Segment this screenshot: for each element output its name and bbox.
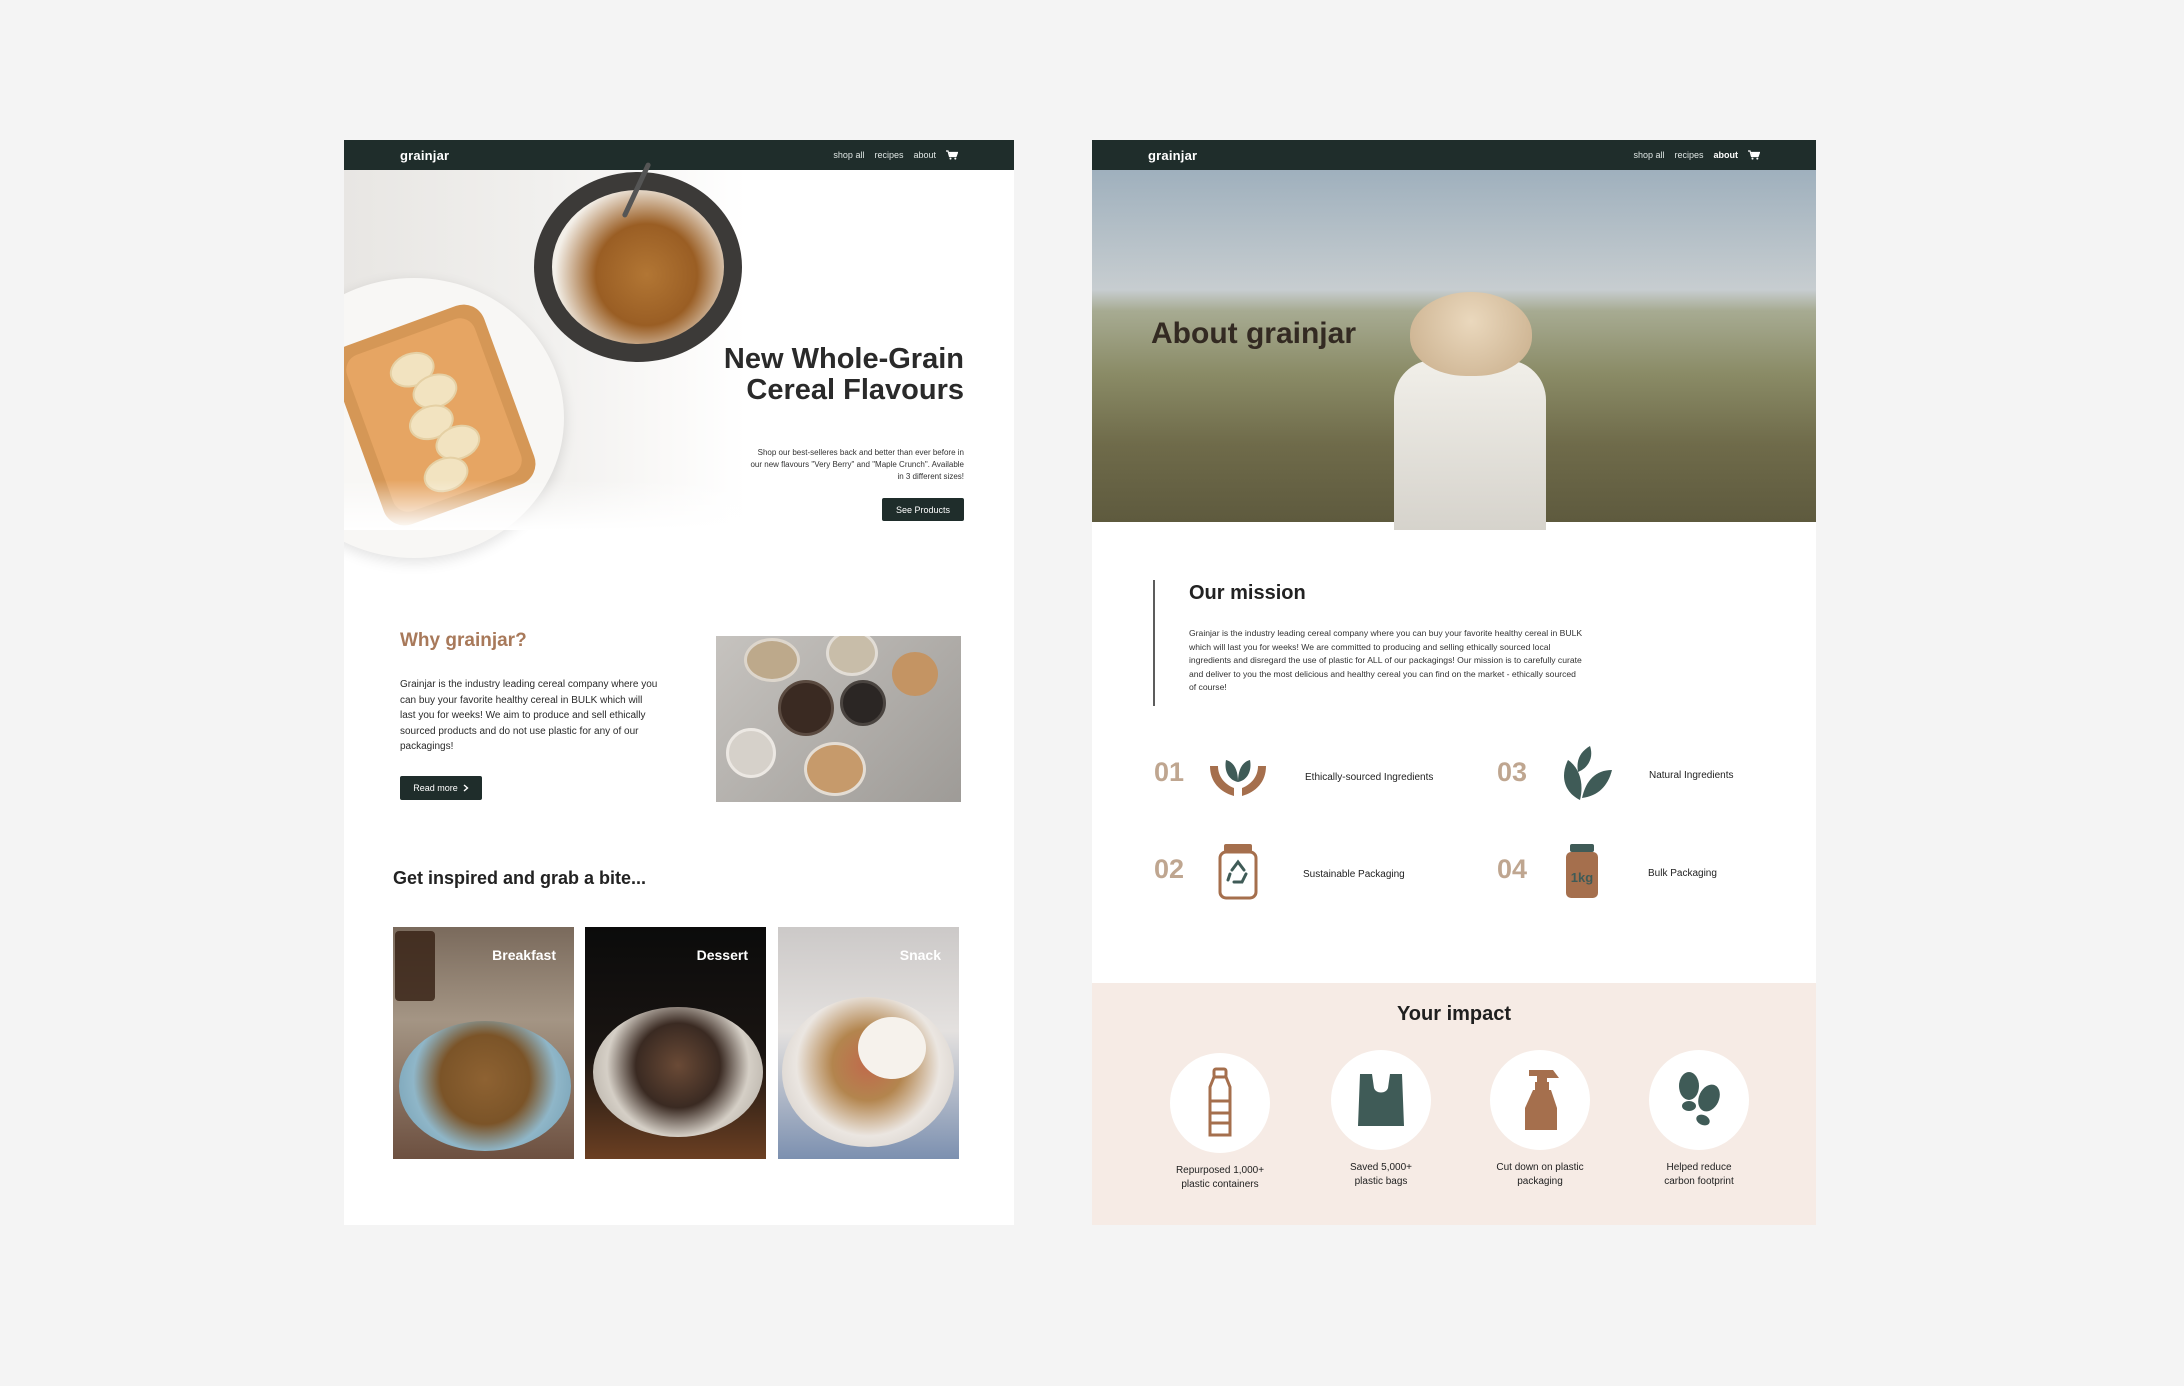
bulk-jar-text: 1kg [1570,870,1594,885]
inspired-title: Get inspired and grab a bite... [393,868,647,888]
impact-section: Your impact Repurposed 1,000+ plastic co… [1092,983,1816,1225]
feature-number: 02 [1154,854,1185,884]
plastic-bottle-icon [1208,1067,1232,1137]
shopping-cart-icon[interactable] [946,150,958,160]
nav-link-shop-all[interactable]: shop all [833,150,864,160]
feature-number: 04 [1497,854,1528,884]
leaves-icon [1564,746,1612,800]
impact-title: Your impact [1396,1003,1512,1025]
spray-bottle-icon [1525,1070,1559,1130]
top-nav: grainjar shop all recipes about [344,140,1014,170]
read-more-label: Read more [413,783,458,793]
mission-divider [1153,580,1155,706]
impact-label: Helped reduce [1666,1162,1732,1173]
impact-item: Repurposed 1,000+ plastic containers [1150,1053,1290,1192]
nav-link-recipes[interactable]: recipes [874,150,903,160]
recycle-jar-icon [1218,844,1258,900]
hero-cereal-bowl-image [534,172,742,362]
recipe-card-dessert[interactable]: Dessert [585,927,766,1159]
impact-item: Cut down on plastic packaging [1470,1050,1610,1189]
hands-leaf-icon [1210,760,1266,796]
hero-title: New Whole-Grain Cereal Flavours [723,343,964,406]
impact-label: carbon footprint [1664,1176,1734,1187]
plastic-bag-icon [1358,1074,1404,1126]
nav-link-recipes[interactable]: recipes [1674,150,1703,160]
footprints-icon [1679,1072,1720,1126]
feature-label: Bulk Packaging [1648,868,1717,879]
shopping-cart-icon[interactable] [1748,150,1760,160]
about-page: grainjar shop all recipes about About gr… [1092,140,1816,1225]
feature-label: Natural Ingredients [1649,770,1734,781]
impact-label: Saved 5,000+ [1350,1162,1412,1173]
home-page: grainjar shop all recipes about New Whol… [344,140,1014,1225]
about-hero-banner: About grainjar [1092,170,1816,530]
why-body: Grainjar is the industry leading cereal … [400,679,658,752]
nav-link-about[interactable]: about [1714,150,1739,160]
feature-label: Ethically-sourced Ingredients [1305,772,1434,783]
impact-label: plastic containers [1181,1179,1259,1190]
read-more-button[interactable]: Read more [400,776,482,800]
logo[interactable]: grainjar [400,148,449,163]
recipe-card-label: Breakfast [492,947,556,963]
impact-label: Repurposed 1,000+ [1175,1165,1265,1176]
top-nav: grainjar shop all recipes about [1092,140,1816,170]
feature-number: 03 [1497,757,1528,787]
impact-label: Cut down on plastic [1496,1162,1584,1173]
feature-number: 01 [1154,757,1185,787]
nav-links: shop all recipes about [833,150,958,160]
see-products-button[interactable]: See Products [882,498,964,521]
grain-jars-image [716,636,961,802]
hero-person-image [1394,360,1546,530]
nav-link-shop-all[interactable]: shop all [1633,150,1664,160]
recipe-card-label: Snack [899,947,941,963]
bulk-jar-icon: 1kg [1550,840,1614,904]
logo[interactable]: grainjar [1148,148,1197,163]
nav-link-about[interactable]: about [913,150,936,160]
recipe-card-label: Dessert [696,947,748,963]
impact-label: plastic bags [1354,1176,1408,1187]
hero-hat-image [1410,292,1532,376]
hero-subtitle: Shop our best-selleres back and better t… [750,448,964,481]
mission-title: Our mission [1189,582,1306,604]
about-title: About grainjar [1151,317,1357,350]
mission-body: Grainjar is the industry leading cereal … [1189,628,1583,692]
recipe-card-breakfast[interactable]: Breakfast [393,927,574,1159]
nav-links: shop all recipes about [1633,150,1760,160]
feature-label: Sustainable Packaging [1303,869,1405,880]
why-title: Why grainjar? [400,630,527,651]
recipe-card-snack[interactable]: Snack [778,927,959,1159]
impact-item: Saved 5,000+ plastic bags [1311,1050,1451,1189]
impact-item: Helped reduce carbon footprint [1629,1050,1769,1189]
impact-label: packaging [1517,1176,1563,1187]
hero-banner: New Whole-Grain Cereal Flavours Shop our… [344,161,1014,558]
chevron-right-icon [463,784,469,792]
